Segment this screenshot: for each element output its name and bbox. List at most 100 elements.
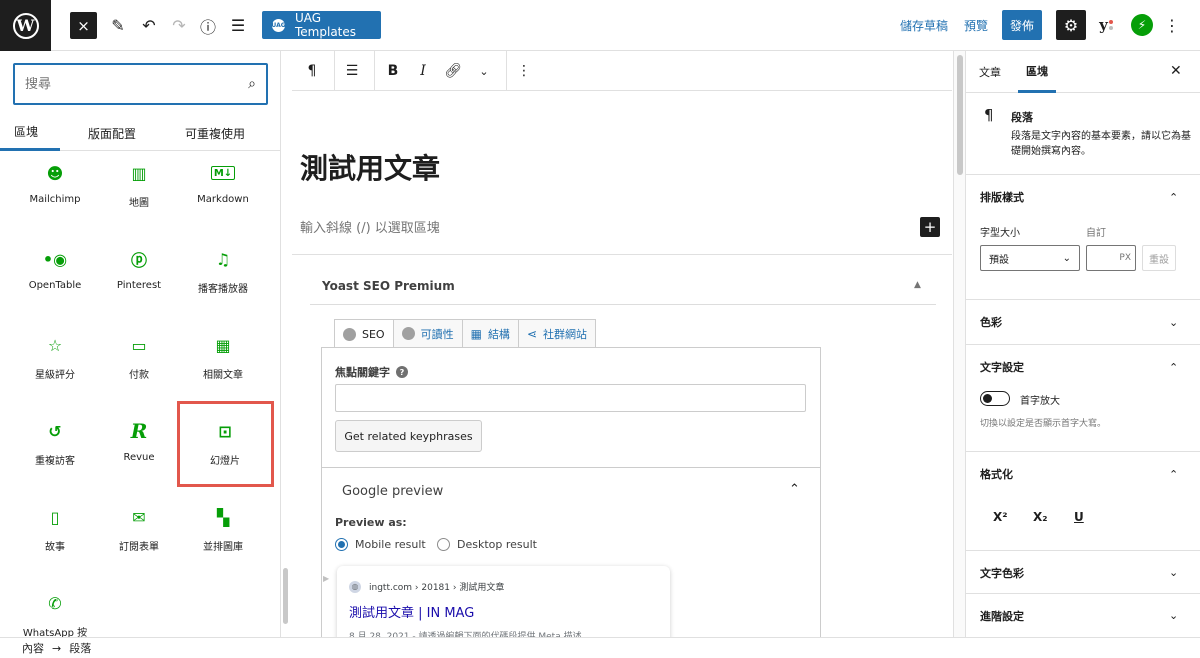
block-search[interactable]: ⌕ (13, 63, 268, 105)
custom-size-input[interactable]: PX (1086, 245, 1136, 271)
block-star-rating[interactable]: ☆ 星級評分 (10, 324, 100, 410)
block-repeat-visitor[interactable]: ↺ 重複訪客 (10, 410, 100, 496)
tab-blocks[interactable]: 區塊 (0, 115, 60, 151)
focus-keyphrase-input[interactable] (335, 384, 806, 412)
tab-post[interactable]: 文章 (979, 51, 1001, 93)
tab-reusable[interactable]: 可重複使用 (185, 115, 245, 151)
text-color-panel[interactable]: 文字色彩 ⌄ (966, 551, 1200, 594)
editor-scrollbar[interactable] (957, 55, 963, 175)
bold-button[interactable]: B (382, 51, 404, 91)
more-formats-button[interactable]: ⌄ (473, 51, 495, 91)
chevron-down-icon[interactable]: ⌄ (1169, 594, 1178, 637)
chevron-up-icon[interactable]: ⌃ (1169, 175, 1178, 219)
subscript-button[interactable]: X₂ (1033, 510, 1048, 524)
block-story[interactable]: ▯ 故事 (10, 496, 100, 582)
score-dot-icon (343, 327, 356, 341)
underline-button[interactable]: U (1074, 510, 1084, 524)
block-revue[interactable]: R Revue (94, 410, 184, 496)
more-options-button[interactable]: ⋮ (1164, 13, 1180, 37)
font-size-select[interactable]: 預設 ⌄ (980, 245, 1080, 271)
post-title[interactable]: 測試用文章 (300, 147, 440, 187)
breadcrumb-item-document[interactable]: 內容 (22, 640, 44, 656)
yoast-seo-button[interactable]: y (1094, 13, 1118, 37)
block-podcast-player[interactable]: ♫ 播客播放器 (178, 238, 268, 324)
wordpress-logo[interactable]: W (0, 0, 51, 51)
chevron-up-icon[interactable]: ⌃ (1169, 452, 1178, 496)
inserter-tabs: 區塊 版面配置 可重複使用 (0, 115, 280, 151)
typography-title[interactable]: 排版樣式 (980, 175, 1024, 219)
advanced-panel[interactable]: 進階設定 ⌄ (966, 594, 1200, 637)
color-title[interactable]: 色彩 (980, 300, 1002, 344)
block-markdown[interactable]: M↓ Markdown (178, 152, 268, 238)
close-icon[interactable]: ✕ (1170, 63, 1182, 79)
add-block-button[interactable]: + (920, 217, 940, 237)
align-button[interactable]: ☰ (340, 51, 364, 91)
undo-button[interactable]: ↶ (138, 12, 160, 39)
block-tiled-gallery[interactable]: ▚ 並排圖庫 (178, 496, 268, 582)
tab-social[interactable]: ⋖ 社群網站 (517, 319, 596, 347)
desktop-result-radio[interactable]: Desktop result (437, 538, 537, 551)
details-button[interactable]: ⓘ (197, 12, 219, 39)
uag-templates-button[interactable]: UAG UAG Templates (262, 11, 381, 39)
block-opentable[interactable]: •◉ OpenTable (10, 238, 100, 324)
tab-seo[interactable]: SEO (334, 319, 394, 348)
bold-icon: B (387, 63, 399, 79)
google-preview-title[interactable]: Google preview (342, 484, 443, 499)
block-mailchimp[interactable]: ☻ Mailchimp (10, 152, 100, 238)
chevron-down-icon[interactable]: ⌄ (1169, 300, 1178, 344)
tab-patterns[interactable]: 版面配置 (88, 115, 136, 151)
settings-button[interactable]: ⚙ (1056, 10, 1086, 40)
get-related-keyphrases-button[interactable]: Get related keyphrases (335, 420, 482, 452)
align-left-icon: ☰ (345, 63, 359, 79)
text-color-title[interactable]: 文字色彩 (980, 551, 1024, 594)
help-icon[interactable]: ? (396, 366, 408, 378)
color-panel[interactable]: 色彩 ⌄ (966, 300, 1200, 345)
tab-schema[interactable]: ▦ 結構 (461, 319, 519, 347)
seo-tab-content: 焦點關鍵字? Get related keyphrases Google pre… (321, 347, 821, 637)
whatsapp-icon: ✆ (48, 593, 62, 613)
repeat-visitor-icon: ↺ (48, 421, 62, 441)
block-map[interactable]: ▥ 地圖 (94, 152, 184, 238)
paragraph-block-button[interactable]: ¶ (300, 51, 324, 91)
tools-button[interactable]: ✎ (107, 12, 129, 39)
yoast-panel-title[interactable]: Yoast SEO Premium (322, 279, 455, 293)
search-icon[interactable]: ⌕ (248, 76, 256, 92)
tab-readability[interactable]: 可讀性 (392, 319, 463, 347)
italic-button[interactable]: I (412, 51, 434, 91)
editor-canvas: ¶ ☰ B I 🔗︎ ⌄ ⋮ 測試用文章 輸入斜線 (/) 以選取區塊 + Yo… (292, 51, 952, 637)
superscript-button[interactable]: X² (993, 510, 1008, 524)
save-draft-button[interactable]: 儲存草稿 (900, 17, 948, 34)
tab-block[interactable]: 區塊 (1018, 51, 1056, 93)
advanced-title[interactable]: 進階設定 (980, 594, 1024, 637)
inserter-scrollbar[interactable] (283, 568, 288, 624)
preview-button[interactable]: 預覽 (964, 17, 988, 34)
list-view-button[interactable]: ☰ (227, 12, 249, 39)
drop-cap-toggle[interactable] (980, 391, 1010, 406)
share-icon: ⋖ (526, 326, 537, 341)
formatting-title[interactable]: 格式化 (980, 452, 1013, 496)
caret-up-icon[interactable]: ▲ (914, 280, 921, 290)
close-inserter-button[interactable]: × (70, 12, 97, 39)
mobile-result-radio[interactable]: Mobile result (335, 538, 426, 551)
block-pinterest[interactable]: ⓟ Pinterest (94, 238, 184, 324)
block-search-input[interactable] (25, 76, 249, 92)
breadcrumb-item-paragraph[interactable]: 段落 (69, 640, 91, 656)
block-related-posts[interactable]: ▦ 相關文章 (178, 324, 268, 410)
block-whatsapp[interactable]: ✆ WhatsApp 按 (10, 582, 100, 638)
redo-button[interactable]: ↷ (168, 12, 190, 39)
serp-preview-card[interactable]: ◍ ingtt.com › 20181 › 測試用文章 測試用文章 | IN MA… (337, 566, 670, 637)
block-options-button[interactable]: ⋮ (513, 51, 535, 91)
yoast-status-dots (1108, 19, 1113, 31)
chevron-up-icon[interactable]: ⌃ (789, 482, 800, 497)
block-subscription-form[interactable]: ✉ 訂閱表單 (94, 496, 184, 582)
jetpack-button[interactable]: ⚡ (1131, 14, 1153, 36)
block-payments[interactable]: ▭ 付款 (94, 324, 184, 410)
block-appender-prompt[interactable]: 輸入斜線 (/) 以選取區塊 (300, 217, 440, 236)
link-button[interactable]: 🔗︎ (442, 51, 464, 91)
story-icon: ▯ (50, 507, 60, 527)
reset-button[interactable]: 重設 (1142, 245, 1176, 271)
chevron-up-icon[interactable]: ⌃ (1169, 345, 1178, 389)
chevron-down-icon[interactable]: ⌄ (1169, 551, 1178, 594)
text-settings-title[interactable]: 文字設定 (980, 345, 1024, 389)
publish-button[interactable]: 發佈 (1002, 10, 1042, 40)
